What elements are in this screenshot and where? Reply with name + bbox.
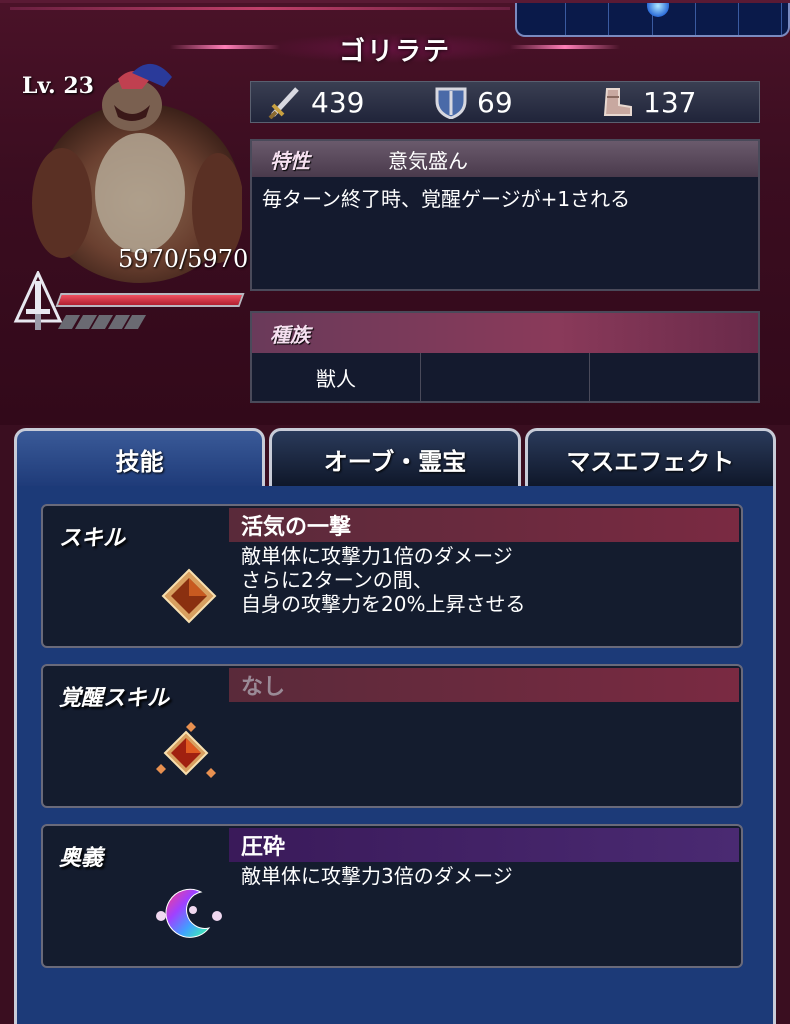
attack-stat: 439 bbox=[267, 85, 417, 119]
race-label: 種族 bbox=[270, 322, 310, 347]
trait-box: 特性 意気盛ん 毎ターン終了時、覚醒ゲージが+1される bbox=[250, 139, 760, 291]
speed-value: 137 bbox=[643, 85, 697, 119]
hp-bar bbox=[55, 293, 245, 307]
trait-description: 毎ターン終了時、覚醒ゲージが+1される bbox=[262, 187, 631, 211]
tab-orbs[interactable]: オーブ・霊宝 bbox=[269, 428, 521, 488]
sparkle-right-icon bbox=[510, 45, 620, 49]
monster-level: Lv. 23 bbox=[22, 73, 94, 99]
defense-stat: 69 bbox=[433, 85, 583, 119]
skill-desc-line: 敵単体に攻撃力1倍のダメージ bbox=[241, 544, 513, 568]
hp-bar-fill bbox=[58, 295, 242, 305]
tab-skills[interactable]: 技能 bbox=[14, 428, 266, 488]
race-header: 種族 bbox=[252, 313, 758, 353]
monster-info-panel: ゴリラテ Lv. 23 5970/5970 439 69 137 特性 意気盛ん… bbox=[0, 0, 790, 425]
minimap-cell bbox=[609, 3, 653, 35]
race-cell bbox=[590, 353, 758, 401]
race-cell: 獣人 bbox=[252, 353, 421, 401]
ougi-card[interactable]: 奥義 圧砕 敵単体に攻撃力3倍のダメージ bbox=[41, 824, 743, 968]
race-cell bbox=[421, 353, 590, 401]
tab-mass-effect[interactable]: マスエフェクト bbox=[524, 428, 776, 488]
minimap-cell bbox=[566, 3, 610, 35]
monster-hp-text: 5970/5970 bbox=[118, 245, 249, 273]
minimap-cell bbox=[696, 3, 739, 35]
stats-bar: 439 69 137 bbox=[250, 81, 760, 123]
skill-type-label: 覚醒スキル bbox=[59, 686, 170, 711]
trait-header: 特性 意気盛ん bbox=[252, 141, 758, 177]
skill-name: なし bbox=[229, 668, 739, 702]
skill-type-label: スキル bbox=[59, 526, 126, 551]
skill-name: 圧砕 bbox=[229, 828, 739, 862]
awakening-gauge bbox=[57, 315, 147, 329]
awakening-crystal-icon bbox=[156, 722, 216, 778]
monster-name: ゴリラテ bbox=[338, 37, 451, 67]
frame-line bbox=[10, 7, 510, 10]
skill-type-label: 奥義 bbox=[59, 846, 104, 871]
attack-value: 439 bbox=[311, 85, 365, 119]
skill-description: 敵単体に攻撃力1倍のダメージ さらに2ターンの間、 自身の攻撃力を20%上昇させ… bbox=[241, 544, 525, 616]
skill-desc-line: 自身の攻撃力を20%上昇させる bbox=[241, 592, 526, 616]
skill-name: 活気の一撃 bbox=[229, 508, 739, 542]
shield-icon bbox=[435, 87, 467, 119]
ougi-crescent-icon bbox=[156, 888, 222, 938]
speed-stat: 137 bbox=[599, 85, 749, 119]
minimap-cell bbox=[523, 3, 567, 35]
race-box: 種族 獣人 bbox=[250, 311, 760, 403]
race-cells: 獣人 bbox=[252, 353, 758, 401]
tab-bar: 技能 オーブ・霊宝 マスエフェクト bbox=[14, 428, 776, 488]
trait-name: 意気盛ん bbox=[388, 148, 468, 173]
skill-desc-line: さらに2ターンの間、 bbox=[241, 568, 433, 592]
boot-icon bbox=[603, 88, 632, 116]
minimap-cell bbox=[739, 3, 783, 35]
defense-value: 69 bbox=[477, 85, 513, 119]
sword-icon bbox=[268, 87, 299, 119]
skill-card[interactable]: スキル 活気の一撃 敵単体に攻撃力1倍のダメージ さらに2ターンの間、 自身の攻… bbox=[41, 504, 743, 648]
skills-panel: スキル 活気の一撃 敵単体に攻撃力1倍のダメージ さらに2ターンの間、 自身の攻… bbox=[14, 486, 776, 1024]
awakening-skill-card[interactable]: 覚醒スキル なし bbox=[41, 664, 743, 808]
skill-crystal-icon bbox=[161, 568, 217, 624]
trait-label: 特性 bbox=[270, 148, 310, 173]
skill-description: 敵単体に攻撃力3倍のダメージ bbox=[241, 864, 513, 888]
skill-desc-line: 敵単体に攻撃力3倍のダメージ bbox=[241, 864, 513, 888]
minimap-widget[interactable] bbox=[515, 3, 790, 37]
